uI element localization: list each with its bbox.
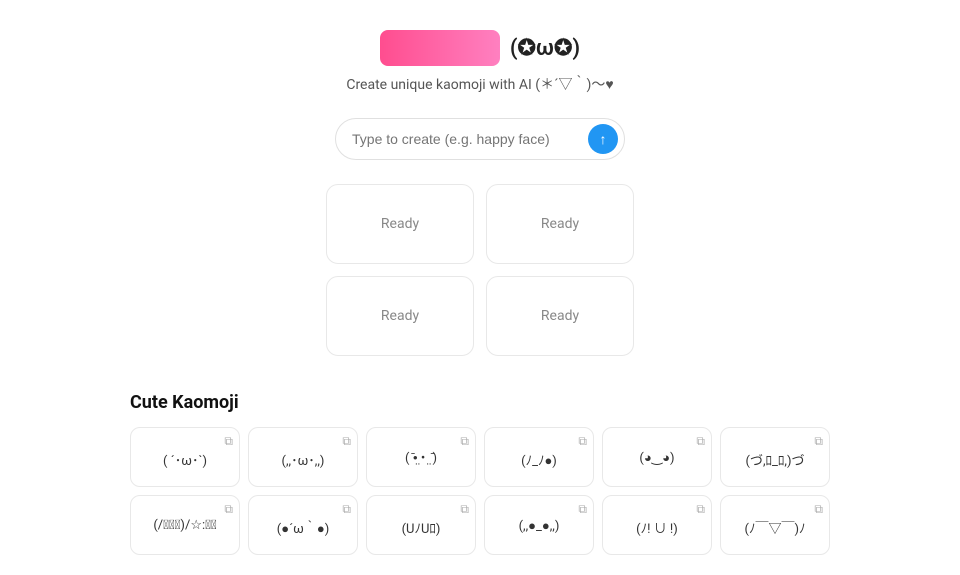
kaomoji-card-r1-c6[interactable]: ⧉ (づ,ﾛ_ﾛ,)づ <box>720 427 830 487</box>
kaomoji-text: ( ´･ω･`) <box>163 450 207 469</box>
kaomoji-card-r2-c3[interactable]: ⧉ (UﾉUﾛ) <box>366 495 476 555</box>
kaomoji-card-r2-c2[interactable]: ⧉ (●´ω｀●) <box>248 495 358 555</box>
kaomoji-card-r1-c5[interactable]: ⧉ (◕‿︎◕) <box>602 427 712 487</box>
copy-icon[interactable]: ⧉ <box>460 502 469 517</box>
kaomoji-text: (,,･ω･,,) <box>282 450 325 469</box>
kaomoji-text: (ﾉ! ∪ !) <box>636 518 678 537</box>
search-input[interactable] <box>352 131 588 147</box>
kaomoji-text: (づ,ﾛ_ﾛ,)づ <box>746 450 805 469</box>
submit-arrow-icon: ↑ <box>600 131 607 147</box>
copy-icon[interactable]: ⧉ <box>224 434 233 449</box>
logo-bar <box>380 30 500 66</box>
kaomoji-text: (●´ω｀●) <box>277 518 329 537</box>
header: (✪ω✪) Create unique kaomoji with AI (＊´▽… <box>346 30 613 94</box>
copy-icon[interactable]: ⧉ <box>224 502 233 517</box>
copy-icon[interactable]: ⧉ <box>814 502 823 517</box>
copy-icon[interactable]: ⧉ <box>578 502 587 517</box>
ready-card-4[interactable]: Ready <box>486 276 634 356</box>
tagline: Create unique kaomoji with AI (＊´▽｀)～♥ <box>346 74 613 94</box>
kaomoji-text: (UﾉUﾛ) <box>402 518 441 537</box>
logo-symbol: (✪ω✪) <box>510 36 580 61</box>
ready-card-label-4: Ready <box>541 308 579 324</box>
kaomoji-grid-row1: ⧉( ´･ω･`)⧉(,,･ω･,,)⧉( ̄•̤ • ̤ ̄)⧉(ﾉ_ﾉ●)⧉… <box>130 427 830 487</box>
copy-icon[interactable]: ⧉ <box>578 434 587 449</box>
logo-area: (✪ω✪) <box>380 30 580 66</box>
ready-card-label-2: Ready <box>541 216 579 232</box>
kaomoji-text: (/ﾟ◇ﾟ)/☆:･ﾟ <box>153 518 216 533</box>
ready-card-1[interactable]: Ready <box>326 184 474 264</box>
kaomoji-card-r1-c2[interactable]: ⧉ (,,･ω･,,) <box>248 427 358 487</box>
kaomoji-text: (ﾉ￣▽￣)ﾉ <box>745 518 806 537</box>
section-title: Cute Kaomoji <box>130 392 830 413</box>
kaomoji-text: (◕‿︎◕) <box>639 450 674 466</box>
search-submit-button[interactable]: ↑ <box>588 124 618 154</box>
ready-card-2[interactable]: Ready <box>486 184 634 264</box>
kaomoji-card-r1-c3[interactable]: ⧉ ( ̄•̤ • ̤ ̄) <box>366 427 476 487</box>
kaomoji-grid-row2: ⧉ (/ﾟ◇ﾟ)/☆:･ﾟ ⧉ (●´ω｀●) ⧉ (UﾉUﾛ) ⧉ (,,●_●,,) ⧉ (ﾉ… <box>130 495 830 555</box>
kaomoji-card-r2-c4[interactable]: ⧉ (,,●_●,,) <box>484 495 594 555</box>
ready-cards-grid: Ready Ready Ready Ready <box>326 184 634 356</box>
kaomoji-text: (ﾉ_ﾉ●) <box>521 450 557 469</box>
kaomoji-card-r2-c6[interactable]: ⧉ (ﾉ￣▽￣)ﾉ <box>720 495 830 555</box>
kaomoji-section: Cute Kaomoji ⧉ ( ´･ω･`) ⧉ (,,･ω･,,) ⧉ ( ̄•̤ •… <box>130 392 830 555</box>
copy-icon[interactable]: ⧉ <box>342 502 351 517</box>
copy-icon[interactable]: ⧉ <box>460 434 469 449</box>
kaomoji-card-r1-c1[interactable]: ⧉ ( ´･ω･`) <box>130 427 240 487</box>
copy-icon[interactable]: ⧉ <box>814 434 823 449</box>
kaomoji-text: ( ̄•̤ • ̤ ̄) <box>405 450 437 466</box>
ready-card-label-3: Ready <box>381 308 419 324</box>
page-container: (✪ω✪) Create unique kaomoji with AI (＊´▽… <box>0 0 960 575</box>
ready-card-3[interactable]: Ready <box>326 276 474 356</box>
copy-icon[interactable]: ⧉ <box>696 502 705 517</box>
kaomoji-card-r1-c4[interactable]: ⧉ (ﾉ_ﾉ●) <box>484 427 594 487</box>
kaomoji-card-r2-c1[interactable]: ⧉ (/ﾟ◇ﾟ)/☆:･ﾟ <box>130 495 240 555</box>
ready-card-label-1: Ready <box>381 216 419 232</box>
copy-icon[interactable]: ⧉ <box>342 434 351 449</box>
copy-icon[interactable]: ⧉ <box>696 434 705 449</box>
kaomoji-card-r2-c5[interactable]: ⧉ (ﾉ! ∪ !) <box>602 495 712 555</box>
kaomoji-text: (,,●_●,,) <box>519 518 560 534</box>
search-area: ↑ <box>335 118 625 160</box>
